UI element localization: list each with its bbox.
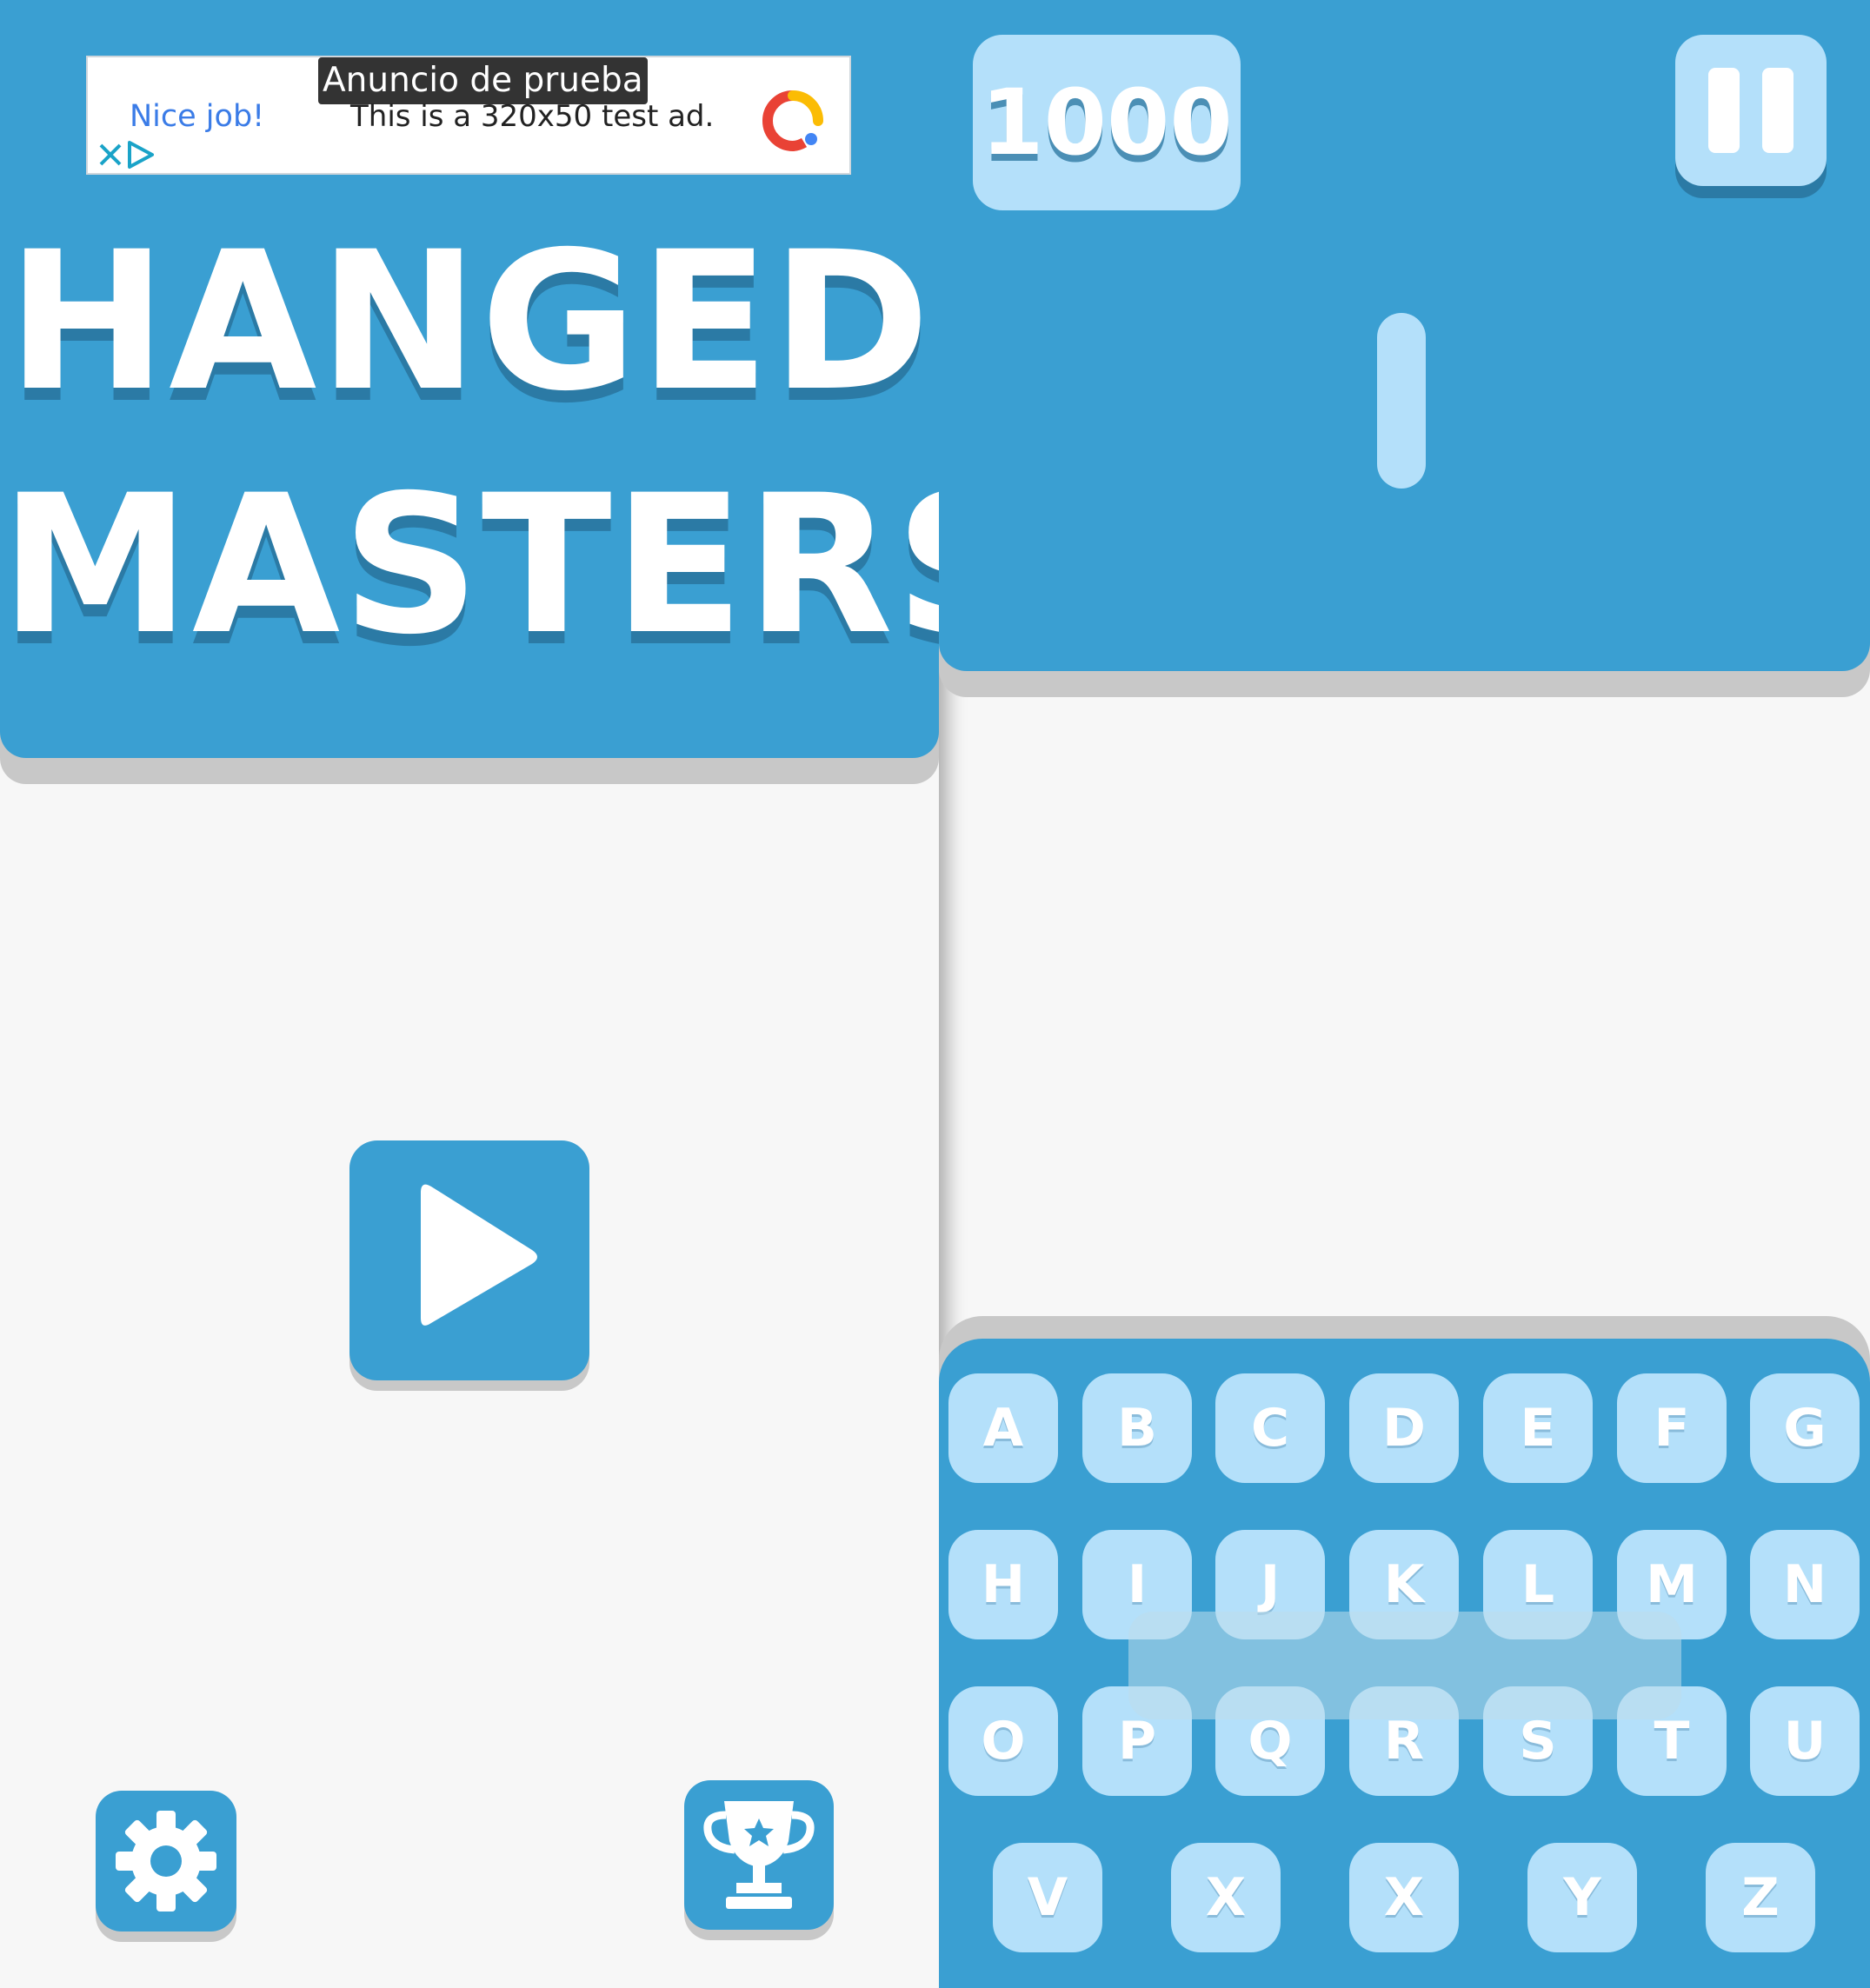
key-a[interactable]: A <box>948 1373 1058 1483</box>
game-title-line-1: HANGED <box>7 210 932 433</box>
key-h[interactable]: H <box>948 1530 1058 1639</box>
key-v[interactable]: V <box>993 1843 1102 1952</box>
key-o[interactable]: O <box>948 1686 1058 1796</box>
test-ad-banner[interactable]: Anuncio de prueba Nice job! This is a 32… <box>86 56 851 175</box>
adchoices-icon[interactable] <box>126 140 156 170</box>
key-x[interactable]: X <box>1171 1843 1281 1952</box>
key-c[interactable]: C <box>1215 1373 1325 1483</box>
key-x-2[interactable]: X <box>1349 1843 1459 1952</box>
key-y[interactable]: Y <box>1527 1843 1637 1952</box>
ad-headline: Nice job! <box>130 99 265 134</box>
game-screen: 1000 A B C D E F G H I J K L M N O P Q R… <box>939 0 1870 1988</box>
key-b[interactable]: B <box>1082 1373 1192 1483</box>
game-header: 1000 <box>939 0 1870 671</box>
settings-button[interactable] <box>96 1791 236 1931</box>
title-header: Anuncio de prueba Nice job! This is a 32… <box>0 0 939 758</box>
key-z[interactable]: Z <box>1706 1843 1815 1952</box>
game-title-line-2: MASTERS <box>0 454 939 676</box>
gear-icon <box>116 1811 216 1912</box>
score-value: 1000 <box>981 70 1233 176</box>
ad-label: Anuncio de prueba <box>318 57 648 104</box>
play-icon <box>421 1184 537 1326</box>
admob-logo-icon <box>762 90 823 151</box>
key-d[interactable]: D <box>1349 1373 1459 1483</box>
close-icon[interactable] <box>96 141 124 169</box>
score-box: 1000 <box>973 35 1241 210</box>
letter-keyboard: A B C D E F G H I J K L M N O P Q R S T … <box>939 1339 1870 1988</box>
pause-button[interactable] <box>1675 35 1827 186</box>
main-menu-screen: Anuncio de prueba Nice job! This is a 32… <box>0 0 939 1988</box>
key-n[interactable]: N <box>1750 1530 1860 1639</box>
key-g[interactable]: G <box>1750 1373 1860 1483</box>
leaderboard-button[interactable] <box>684 1780 834 1930</box>
key-e[interactable]: E <box>1483 1373 1593 1483</box>
key-f[interactable]: F <box>1617 1373 1727 1483</box>
ad-body-text: This is a 320x50 test ad. <box>350 99 715 134</box>
trophy-icon <box>703 1801 815 1909</box>
hangman-drawing-part <box>1377 313 1426 489</box>
translucent-overlay <box>1128 1612 1681 1719</box>
play-button[interactable] <box>349 1140 589 1380</box>
key-u[interactable]: U <box>1750 1686 1860 1796</box>
